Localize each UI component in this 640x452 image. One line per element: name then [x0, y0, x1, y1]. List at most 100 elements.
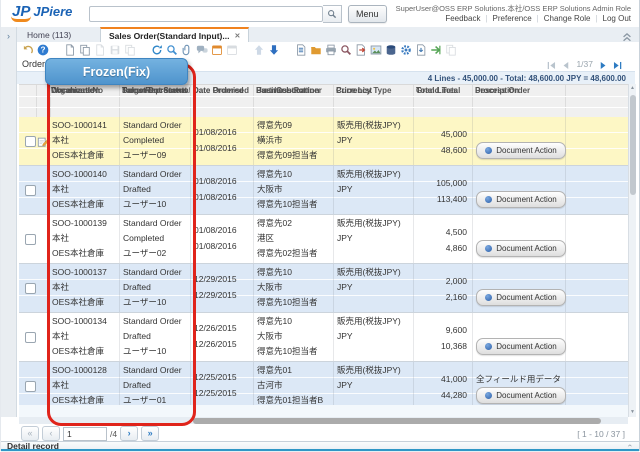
- frozen-fix-callout: Frozen(Fix): [45, 58, 188, 85]
- row-checkbox[interactable]: [25, 234, 36, 245]
- undo-icon[interactable]: [21, 43, 34, 56]
- date-promised: 01/08/2016: [194, 241, 237, 251]
- business-partner-cell: 得意先10 大阪市 得意先10担当者: [253, 313, 334, 361]
- date-promised: 12/25/2015: [194, 388, 237, 398]
- export-data-icon[interactable]: [354, 43, 367, 56]
- detail-record-icon[interactable]: [267, 43, 280, 56]
- print-preview-icon[interactable]: [339, 43, 352, 56]
- document-action-label: Document Action: [496, 342, 557, 351]
- print-icon[interactable]: [324, 43, 337, 56]
- scroll-up-arrow[interactable]: ▲: [629, 84, 636, 93]
- table-row[interactable]: SOO-1000140 本社 OES本社倉庫 Standard Order Drafte…: [19, 166, 628, 215]
- refresh-icon[interactable]: [150, 43, 163, 56]
- jpiere-logo[interactable]: JP JPiere: [11, 4, 72, 22]
- column-header-label[interactable]: User/Contact: [253, 85, 333, 96]
- table-row[interactable]: SOO-1000141 本社 OES本社倉庫 Standard Order Comple…: [19, 117, 628, 166]
- vertical-scrollbar[interactable]: ▲ ▼: [628, 84, 636, 417]
- zoom-across-icon[interactable]: [429, 43, 442, 56]
- first-record-icon[interactable]: [546, 58, 557, 69]
- archive-icon[interactable]: [309, 43, 322, 56]
- sidebar-expand-chevron[interactable]: ›: [1, 27, 17, 417]
- column-header-label[interactable]: Sales Representative: [119, 85, 190, 96]
- row-checkbox[interactable]: [25, 381, 36, 392]
- warehouse: OES本社倉庫: [52, 199, 104, 209]
- table-row[interactable]: SOO-1000139 本社 OES本社倉庫 Standard Order Comple…: [19, 215, 628, 264]
- document-action-button[interactable]: Document Action: [476, 240, 566, 257]
- column-header-label[interactable]: Currency Type: [333, 85, 413, 96]
- tab-home[interactable]: Home (113): [19, 27, 79, 42]
- business-partner: 得意先01: [257, 365, 292, 375]
- menu-button[interactable]: Menu: [348, 5, 387, 23]
- delete-record-icon[interactable]: [93, 43, 106, 56]
- page-previous-button[interactable]: ‹: [42, 426, 60, 441]
- document-action-button[interactable]: Document Action: [476, 387, 566, 404]
- ignore-icon[interactable]: [225, 43, 238, 56]
- nav-link-preference[interactable]: Preference: [493, 14, 532, 23]
- find-icon[interactable]: [165, 43, 178, 56]
- grid-header: Document No Organization Warehouse Target D…: [19, 84, 628, 119]
- document-action-button[interactable]: Document Action: [476, 338, 566, 355]
- nav-link-feedback[interactable]: Feedback: [445, 14, 480, 23]
- search-button[interactable]: [323, 5, 342, 23]
- active-workflows-icon[interactable]: [444, 43, 457, 56]
- row-checkbox[interactable]: [25, 283, 36, 294]
- file-import-icon[interactable]: [369, 43, 382, 56]
- table-row[interactable]: SOO-1000128 本社 OES本社倉庫 Standard Order Drafte…: [19, 362, 628, 411]
- document-action-button[interactable]: Document Action: [476, 289, 566, 306]
- grand-total-amount: 44,280: [441, 390, 467, 400]
- scroll-down-arrow[interactable]: ▼: [629, 408, 636, 417]
- collapse-all-icon[interactable]: [621, 29, 633, 41]
- document-no-cell: SOO-1000139 本社 OES本社倉庫: [48, 215, 120, 263]
- vertical-scrollbar-thumb[interactable]: [629, 95, 636, 195]
- dates-cell: 01/08/2016 01/08/2016: [190, 215, 254, 263]
- page-last-button[interactable]: »: [141, 426, 160, 441]
- nav-link-change-role[interactable]: Change Role: [544, 14, 591, 23]
- horizontal-scrollbar-thumb[interactable]: [193, 417, 601, 424]
- global-search-input[interactable]: [89, 6, 323, 22]
- report-icon[interactable]: [294, 43, 307, 56]
- previous-record-icon[interactable]: [560, 58, 571, 69]
- chat-icon[interactable]: [195, 43, 208, 56]
- column-header-label[interactable]: Warehouse: [48, 85, 119, 96]
- user-role-info: SuperUser@OSS ERP Solutions.本社/OSS ERP S…: [395, 4, 631, 13]
- next-record-icon[interactable]: [598, 58, 609, 69]
- save-icon[interactable]: [108, 43, 121, 56]
- nav-link-log-out[interactable]: Log Out: [603, 14, 631, 23]
- tab-close-icon[interactable]: ✕: [234, 32, 240, 40]
- detail-collapse-chevron-icon[interactable]: ›: [625, 444, 634, 447]
- page-number-input[interactable]: [63, 426, 107, 441]
- horizontal-scrollbar[interactable]: [19, 417, 628, 424]
- grand-total-amount: 2,160: [445, 292, 467, 302]
- date-ordered: 01/08/2016: [194, 127, 237, 137]
- export-file-icon[interactable]: [414, 43, 427, 56]
- target-document-type: Standard Order: [123, 365, 182, 375]
- attachment-icon[interactable]: [180, 43, 193, 56]
- product-info-icon[interactable]: [384, 43, 397, 56]
- target-document-type: Standard Order: [123, 218, 182, 228]
- page-next-button[interactable]: ›: [120, 426, 139, 441]
- row-checkbox[interactable]: [25, 332, 36, 343]
- warehouse: OES本社倉庫: [52, 150, 104, 160]
- partner-location: 大阪市: [257, 282, 283, 292]
- table-row[interactable]: SOO-1000134 本社 OES本社倉庫 Standard Order Drafte…: [19, 313, 628, 362]
- table-row[interactable]: SOO-1000137 本社 OES本社倉庫 Standard Order Drafte…: [19, 264, 628, 313]
- parent-record-icon[interactable]: [252, 43, 265, 56]
- date-ordered: 12/29/2015: [194, 274, 237, 284]
- nav-link-separator: |: [536, 14, 539, 23]
- page-first-button[interactable]: «: [21, 426, 39, 441]
- totals-cell: 41,000 44,280: [413, 362, 473, 410]
- row-checkbox[interactable]: [25, 185, 36, 196]
- copy-record-icon[interactable]: [78, 43, 91, 56]
- document-action-button[interactable]: Document Action: [476, 191, 566, 208]
- new-record-icon[interactable]: [63, 43, 76, 56]
- save-create-icon[interactable]: [123, 43, 136, 56]
- process-icon[interactable]: [399, 43, 412, 56]
- grid-toggle-icon[interactable]: [210, 43, 223, 56]
- tab-sales-order[interactable]: Sales Order(Standard Input)... ✕: [100, 27, 250, 43]
- help-icon[interactable]: [36, 43, 49, 56]
- row-checkbox[interactable]: [25, 136, 36, 147]
- document-action-button[interactable]: Document Action: [476, 142, 566, 159]
- organization: 本社: [52, 282, 70, 292]
- last-record-icon[interactable]: [612, 58, 623, 69]
- currency: JPY: [337, 331, 353, 341]
